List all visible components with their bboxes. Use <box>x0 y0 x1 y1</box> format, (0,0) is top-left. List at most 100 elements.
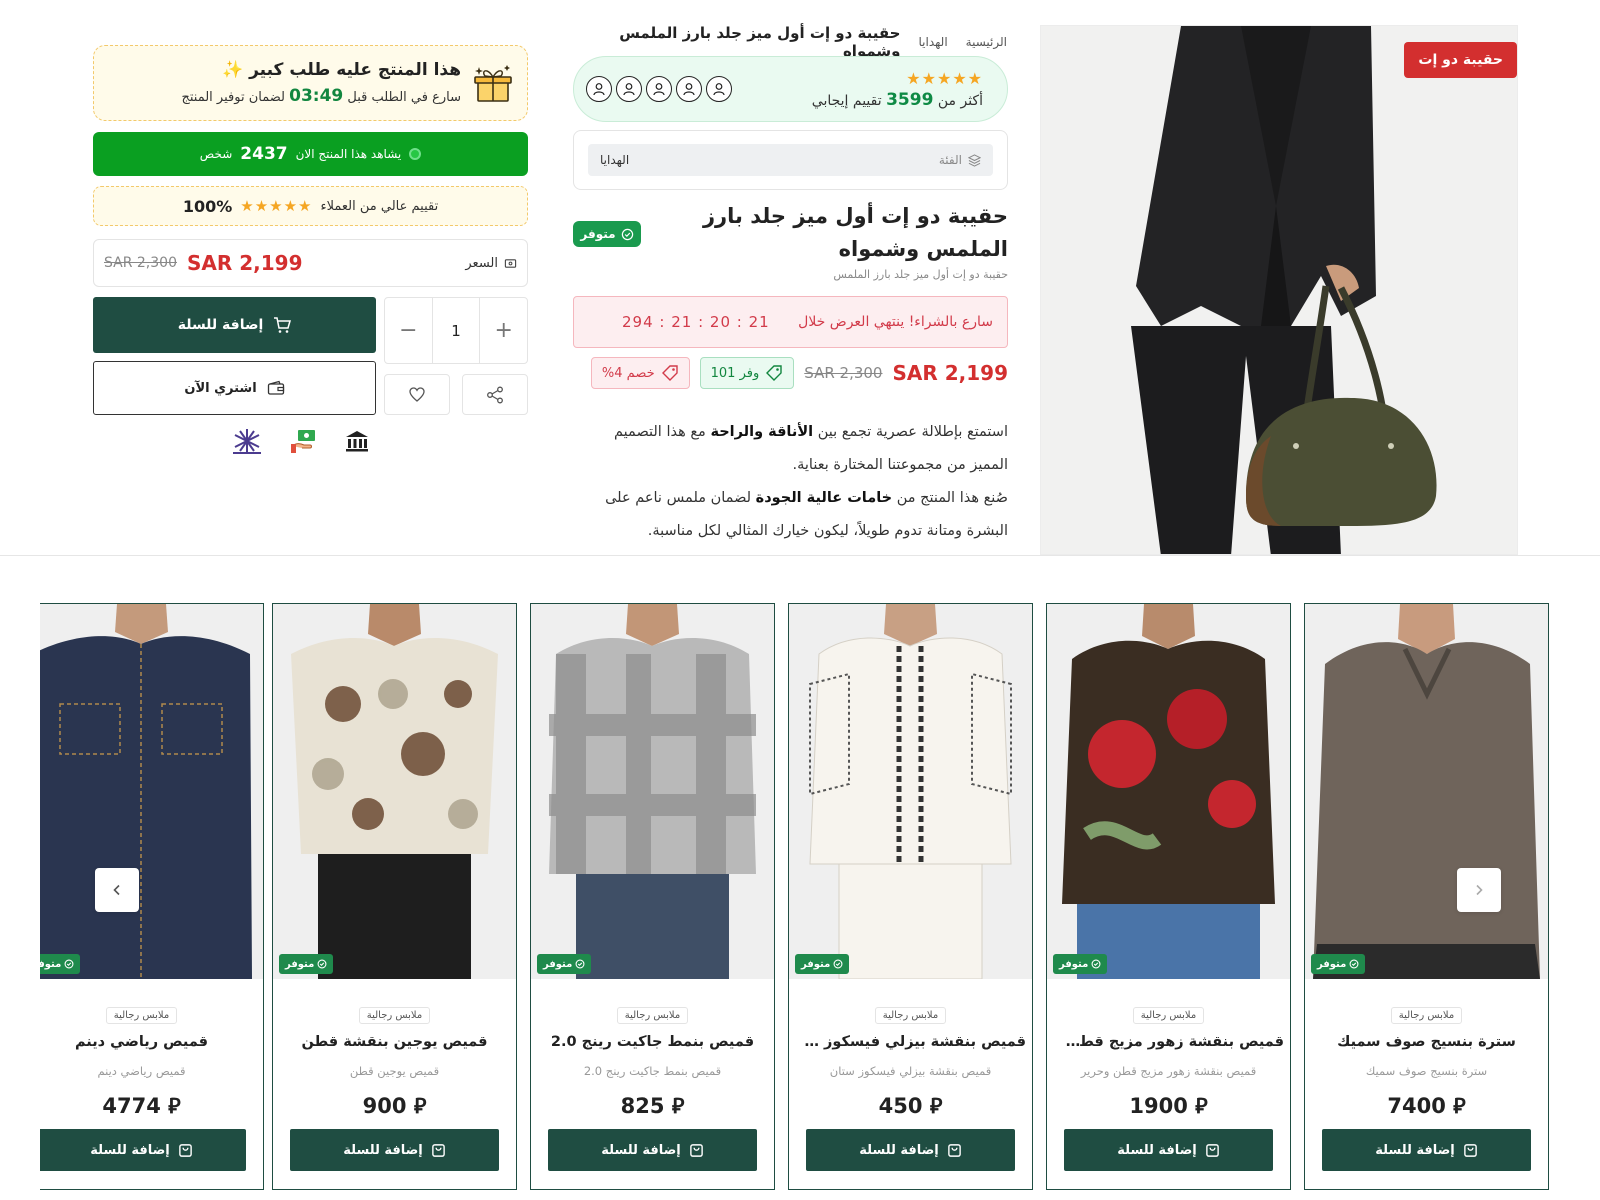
rating-stars: ★★★★★ <box>906 68 983 88</box>
product-card-image[interactable] <box>40 604 263 979</box>
product-card[interactable]: متوفر ملابس رجالية قميص رياضي دينم قميص … <box>40 603 264 1190</box>
product-card-image[interactable] <box>531 604 774 979</box>
quantity-value[interactable]: 1 <box>431 298 481 363</box>
price-label: السعر <box>465 255 498 271</box>
card-add-to-cart-button[interactable]: إضافة للسلة <box>548 1129 757 1171</box>
card-add-to-cart-button[interactable]: إضافة للسلة <box>1322 1129 1531 1171</box>
product-card[interactable]: متوفر ملابس رجالية قميص يوجين بنقشة قطن … <box>272 603 517 1190</box>
increment-button[interactable]: + <box>480 298 527 363</box>
heart-icon <box>409 387 425 402</box>
product-category-tag[interactable]: ملابس رجالية <box>616 1007 689 1024</box>
related-products-carousel[interactable]: متوفر ملابس رجالية سترة بنسيج صوف سميك س… <box>40 603 1550 1190</box>
product-stock-badge: متوفر <box>279 954 334 974</box>
breadcrumb-home[interactable]: الرئيسية <box>966 35 1007 49</box>
product-card-title[interactable]: سترة بنسيج صوف سميك <box>1311 1034 1542 1050</box>
carousel-next-button[interactable] <box>1457 868 1501 912</box>
product-card-price: ⃁ 4774 <box>102 1094 181 1118</box>
product-card-image[interactable] <box>789 604 1032 979</box>
discount-amount: خصم 4% <box>601 365 655 381</box>
user-icon <box>616 76 642 102</box>
riyal-symbol-icon: ⃁ <box>1453 1094 1466 1118</box>
product-card-subtitle: سترة بنسيج صوف سميك <box>1365 1064 1488 1078</box>
description-paragraph: استمتع بإطلالة عصرية تجمع بين الأناقة وا… <box>614 424 1008 473</box>
current-price: SAR 2,199 <box>892 361 1008 385</box>
share-button[interactable] <box>462 374 528 415</box>
wishlist-button[interactable] <box>384 374 450 415</box>
old-price: SAR 2,300 <box>804 364 883 382</box>
image-badge: حقيبة دو إت <box>1404 42 1517 78</box>
riyal-symbol-icon: ⃁ <box>671 1094 685 1118</box>
reviewer-avatars <box>586 76 732 102</box>
product-card-subtitle: قميص بنقشة بيزلي فيسكوز ستان <box>829 1064 992 1078</box>
product-category-tag[interactable]: ملابس رجالية <box>105 1007 178 1024</box>
product-card[interactable]: متوفر ملابس رجالية قميص بنمط جاكيت رينج … <box>530 603 775 1190</box>
viewers-count: 2437 <box>240 144 288 164</box>
customer-rating: تقييم عالي من العملاء ★★★★★ 100% <box>93 186 528 226</box>
product-gallery[interactable]: حقيبة دو إت <box>1040 25 1518 555</box>
product-card-title[interactable]: قميص بنقشة بيزلي فيسكوز ستان <box>795 1034 1026 1050</box>
carousel-prev-button[interactable] <box>95 868 139 912</box>
product-card[interactable]: متوفر ملابس رجالية قميص بنقشة بيزلي فيسك… <box>788 603 1033 1190</box>
product-card-subtitle: قميص يوجين قطن <box>349 1064 440 1078</box>
product-card-price: ⃁ 7400 <box>1387 1094 1466 1118</box>
order-prefix: سارع في الطلب قبل <box>347 90 461 105</box>
product-stock-badge: متوفر <box>795 954 850 974</box>
cash-hand-icon <box>291 430 315 453</box>
buy-now-button[interactable]: اشتري الآن <box>93 361 376 415</box>
bag-icon <box>1463 1143 1477 1157</box>
card-add-to-cart-button[interactable]: إضافة للسلة <box>40 1129 246 1171</box>
section-divider <box>0 555 1600 556</box>
bag-icon <box>431 1143 445 1157</box>
description-paragraph: صُنع هذا المنتج من خامات عالية الجودة لض… <box>605 490 1008 539</box>
price-tag-icon <box>504 258 517 268</box>
wallet-icon <box>267 380 284 395</box>
product-card[interactable]: متوفر ملابس رجالية سترة بنسيج صوف سميك س… <box>1304 603 1549 1190</box>
product-card[interactable]: متوفر ملابس رجالية قميص بنقشة زهور مزيج … <box>1046 603 1291 1190</box>
price-box-old: SAR 2,300 <box>104 255 177 271</box>
rating-suffix: تقييم إيجابي <box>811 92 882 109</box>
breadcrumb-current: حقيبة دو إت أول ميز جلد بارز الملمس وشمو… <box>619 24 901 60</box>
rating-text: ★★★★★ أكثر من 3599 تقييم إيجابي <box>812 69 983 110</box>
chevron-right-icon <box>1476 884 1483 896</box>
save-amount: وفر 101 <box>710 365 760 381</box>
breadcrumb-category[interactable]: الهدايا <box>919 35 948 49</box>
sparkle-icon: ✨ <box>221 60 244 80</box>
chevron-left-icon <box>113 884 120 896</box>
rating-count: 3599 <box>886 89 934 110</box>
product-card-subtitle: قميص بنقشة زهور مزيج قطن وحرير <box>1080 1064 1257 1078</box>
buy-now-label: اشتري الآن <box>184 380 257 396</box>
product-category-tag[interactable]: ملابس رجالية <box>358 1007 431 1024</box>
product-card-title[interactable]: قميص بنقشة زهور مزيج قطن... <box>1053 1034 1284 1050</box>
product-category-tag[interactable]: ملابس رجالية <box>1132 1007 1205 1024</box>
bag-icon <box>947 1143 961 1157</box>
price-box-current: SAR 2,199 <box>186 251 303 275</box>
product-card-image[interactable] <box>1305 604 1548 979</box>
viewers-prefix: يشاهد هذا المنتج الان <box>295 147 402 161</box>
product-category-tag[interactable]: ملابس رجالية <box>1390 1007 1463 1024</box>
bag-icon <box>1205 1143 1219 1157</box>
product-stock-badge: متوفر <box>1053 954 1108 974</box>
product-card-price: ⃁ 450 <box>878 1094 943 1118</box>
product-card-subtitle: قميص رياضي دينم <box>97 1064 186 1078</box>
decrement-button[interactable]: − <box>385 298 432 363</box>
card-add-to-cart-button[interactable]: إضافة للسلة <box>806 1129 1015 1171</box>
customer-rating-percent: 100% <box>182 196 233 216</box>
product-card-title[interactable]: قميص بنمط جاكيت رينج 2.0 <box>537 1034 768 1050</box>
product-card-image[interactable] <box>1047 604 1290 979</box>
live-dot-icon <box>409 148 422 160</box>
stock-label: متوفر <box>580 227 616 241</box>
add-to-cart-button[interactable]: إضافة للسلة <box>93 297 376 353</box>
riyal-symbol-icon: ⃁ <box>1195 1094 1208 1118</box>
bag-icon <box>689 1143 703 1157</box>
product-category-tag[interactable]: ملابس رجالية <box>874 1007 947 1024</box>
breadcrumb: الرئيسية الهدايا حقيبة دو إت أول ميز جلد… <box>575 24 1007 60</box>
category-value[interactable]: الهدايا <box>600 153 629 167</box>
payment-methods <box>230 427 390 455</box>
card-add-to-cart-button[interactable]: إضافة للسلة <box>290 1129 499 1171</box>
product-card-image[interactable] <box>273 604 516 979</box>
countdown-label: سارع بالشراء! ينتهي العرض خلال <box>798 314 993 330</box>
product-stock-badge: متوفر <box>40 954 81 974</box>
product-card-title[interactable]: قميص رياضي دينم <box>40 1034 257 1050</box>
product-card-title[interactable]: قميص يوجين بنقشة قطن <box>279 1034 510 1050</box>
card-add-to-cart-button[interactable]: إضافة للسلة <box>1064 1129 1273 1171</box>
